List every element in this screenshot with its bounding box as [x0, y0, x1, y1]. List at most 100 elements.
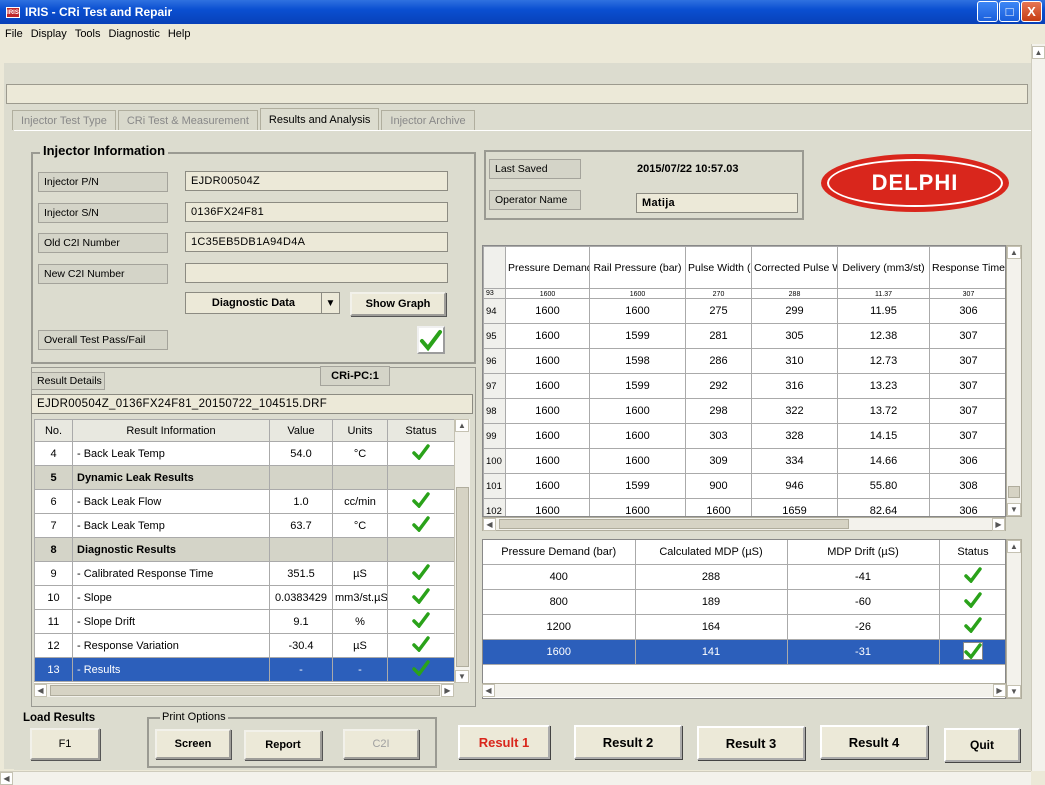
- report-button[interactable]: Report: [244, 730, 322, 760]
- result-details-table-wrap: No. Result Information Value Units Statu…: [34, 419, 454, 683]
- scroll-up-icon[interactable]: ▲: [1007, 540, 1021, 553]
- check-icon: [412, 612, 430, 629]
- mdp-cell: 189: [635, 589, 788, 615]
- test-data-row[interactable]: 98 1600 1600 298 322 13.72 307: [483, 398, 1005, 424]
- test-data-row[interactable]: 99 1600 1600 303 328 14.15 307: [483, 423, 1005, 449]
- scroll-thumb[interactable]: [1008, 486, 1020, 498]
- test-data-hscroll[interactable]: ◀ ▶: [482, 517, 1006, 531]
- result-row[interactable]: 12- Response Variation -30.4 µS: [34, 633, 454, 658]
- mdp-cell: -26: [787, 614, 940, 640]
- operator-name-field[interactable]: Matija: [636, 193, 798, 213]
- print-options-label: Print Options: [160, 711, 228, 723]
- scroll-thumb[interactable]: [499, 519, 849, 529]
- scroll-left-icon[interactable]: ◀: [482, 684, 495, 697]
- close-button[interactable]: X: [1021, 1, 1042, 22]
- mdp-cell: 800: [483, 589, 636, 615]
- c2i-button[interactable]: C2I: [343, 729, 419, 759]
- scroll-up-icon[interactable]: ▲: [1032, 46, 1045, 59]
- scroll-left-icon[interactable]: ◀: [34, 684, 47, 697]
- result-row[interactable]: 13- Results - -: [34, 657, 454, 682]
- maximize-button[interactable]: □: [999, 1, 1020, 22]
- test-data-row[interactable]: 97 1600 1599 292 316 13.23 307: [483, 373, 1005, 399]
- test-data-cell: 55.80: [837, 473, 930, 499]
- scroll-down-icon[interactable]: ▼: [1007, 685, 1021, 698]
- col-status: Status: [387, 419, 454, 442]
- mdp-hscroll[interactable]: ◀ ▶: [482, 683, 1006, 697]
- test-data-row[interactable]: 94 1600 1600 275 299 11.95 306: [483, 298, 1005, 324]
- test-data-cell: 303: [685, 423, 752, 449]
- row-number: 98: [483, 398, 506, 424]
- result-details-vscroll[interactable]: ▲ ▼: [454, 419, 470, 683]
- show-graph-button[interactable]: Show Graph: [350, 292, 446, 316]
- tab-injector-test-type[interactable]: Injector Test Type: [12, 110, 116, 130]
- tab-injector-archive[interactable]: Injector Archive: [381, 110, 475, 130]
- result-1-button[interactable]: Result 1: [458, 725, 550, 759]
- result-status: [387, 657, 454, 682]
- menu-diagnostic[interactable]: Diagnostic: [109, 28, 160, 40]
- mdp-row[interactable]: 1600 141 -31: [483, 639, 1005, 665]
- mdp-row[interactable]: 800 189 -60: [483, 589, 1005, 615]
- mdp-row[interactable]: 1200 164 -26: [483, 614, 1005, 640]
- result-units: [332, 465, 388, 490]
- window-horizontal-scrollbar[interactable]: ◀: [0, 771, 1031, 785]
- injector-pn-field[interactable]: EJDR00504Z: [185, 171, 448, 191]
- result-row[interactable]: 4- Back Leak Temp 54.0 °C: [34, 441, 454, 466]
- scroll-up-icon[interactable]: ▲: [455, 419, 469, 432]
- result-row[interactable]: 8 Diagnostic Results: [34, 537, 454, 562]
- test-data-row[interactable]: 95 1600 1599 281 305 12.38 307: [483, 323, 1005, 349]
- result-4-button[interactable]: Result 4: [820, 725, 928, 759]
- mdp-row[interactable]: 400 288 -41: [483, 564, 1005, 590]
- diagnostic-data-dropdown[interactable]: Diagnostic Data ▼: [185, 292, 340, 314]
- result-2-button[interactable]: Result 2: [574, 725, 682, 759]
- injector-information-title: Injector Information: [40, 143, 169, 158]
- scroll-thumb[interactable]: [50, 685, 440, 696]
- test-data-cell: 1600: [589, 498, 686, 516]
- result-row[interactable]: 6- Back Leak Flow 1.0 cc/min: [34, 489, 454, 514]
- mdp-vscroll[interactable]: ▲ ▼: [1006, 539, 1022, 699]
- menu-display[interactable]: Display: [31, 28, 67, 40]
- scroll-left-icon[interactable]: ◀: [0, 772, 13, 785]
- test-data-row[interactable]: 96 1600 1598 286 310 12.73 307: [483, 348, 1005, 374]
- chevron-down-icon[interactable]: ▼: [321, 293, 339, 313]
- result-3-button[interactable]: Result 3: [697, 726, 805, 760]
- result-details-header: No. Result Information Value Units Statu…: [34, 419, 454, 442]
- test-data-row[interactable]: 101 1600 1599 900 946 55.80 308: [483, 473, 1005, 499]
- result-row[interactable]: 10- Slope 0.0383429 mm3/st.µS: [34, 585, 454, 610]
- tab-strip: Injector Test Type CRi Test & Measuremen…: [12, 108, 477, 130]
- scroll-thumb[interactable]: [456, 487, 469, 667]
- f1-button[interactable]: F1: [30, 728, 100, 760]
- test-data-cell: 305: [751, 323, 838, 349]
- menu-help[interactable]: Help: [168, 28, 191, 40]
- result-row[interactable]: 5 Dynamic Leak Results: [34, 465, 454, 490]
- test-data-row[interactable]: 102 1600 1600 1600 1659 82.64 306: [483, 498, 1005, 516]
- test-data-vscroll[interactable]: ▲ ▼: [1006, 245, 1022, 517]
- result-row[interactable]: 11- Slope Drift 9.1%: [34, 609, 454, 634]
- new-c2i-field[interactable]: [185, 263, 448, 283]
- scroll-down-icon[interactable]: ▼: [1007, 503, 1021, 516]
- old-c2i-field[interactable]: 1C35EB5DB1A94D4A: [185, 232, 448, 252]
- test-data-header: Pressure Demand (bar) Rail Pressure (bar…: [483, 246, 1005, 289]
- menu-file[interactable]: File: [5, 28, 23, 40]
- test-data-cell: 1600: [589, 298, 686, 324]
- scroll-right-icon[interactable]: ▶: [992, 518, 1005, 531]
- scroll-right-icon[interactable]: ▶: [441, 684, 454, 697]
- window-vertical-scrollbar[interactable]: ▲: [1031, 44, 1045, 771]
- scroll-left-icon[interactable]: ◀: [483, 518, 496, 531]
- injector-sn-field[interactable]: 0136FX24F81: [185, 202, 448, 222]
- quit-button[interactable]: Quit: [944, 728, 1020, 762]
- menu-tools[interactable]: Tools: [75, 28, 101, 40]
- scroll-down-icon[interactable]: ▼: [455, 670, 469, 683]
- screen-button[interactable]: Screen: [155, 729, 231, 759]
- result-row[interactable]: 7- Back Leak Temp 63.7 °C: [34, 513, 454, 538]
- result-row[interactable]: 9- Calibrated Response Time 351.5 µS: [34, 561, 454, 586]
- test-data-row[interactable]: 100 1600 1600 309 334 14.66 306: [483, 448, 1005, 474]
- tab-cri-test-measurement[interactable]: CRi Test & Measurement: [117, 110, 258, 130]
- test-data-cell: 307: [929, 373, 1005, 399]
- scroll-up-icon[interactable]: ▲: [1007, 246, 1021, 259]
- result-no: 11: [34, 609, 73, 634]
- result-details-hscroll[interactable]: ◀ ▶: [34, 683, 454, 697]
- minimize-button[interactable]: _: [977, 1, 998, 22]
- tab-results-and-analysis[interactable]: Results and Analysis: [259, 108, 380, 130]
- test-data-row-partial[interactable]: 93 1600 1600 270 288 11.37 307: [483, 288, 1005, 299]
- scroll-right-icon[interactable]: ▶: [993, 684, 1006, 697]
